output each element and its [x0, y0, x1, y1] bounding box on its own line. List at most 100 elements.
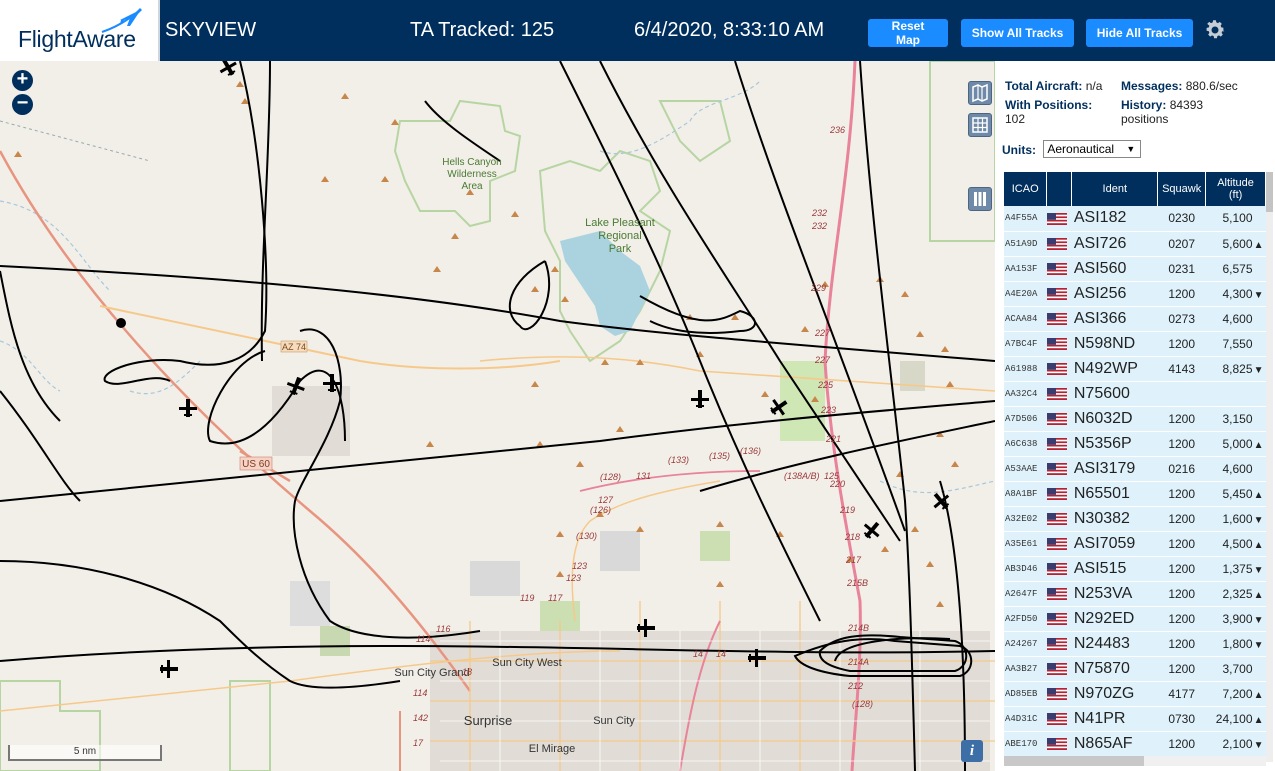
- columns-icon: [974, 192, 986, 206]
- row-squawk: 1200: [1157, 631, 1206, 657]
- table-row[interactable]: A2FD50 N292ED 1200 3,900▼: [1004, 606, 1266, 632]
- road-number: 18: [462, 667, 472, 677]
- table-row[interactable]: A51A9D ASI726 0207 5,600▲: [1004, 231, 1266, 257]
- table-row[interactable]: ABE170 N865AF 1200 2,100▼: [1004, 731, 1266, 757]
- history-value: 84393: [1169, 98, 1204, 112]
- table-row[interactable]: A32E02 N30382 1200 1,600▼: [1004, 506, 1266, 532]
- row-icao: AA32C4: [1004, 381, 1047, 407]
- row-icao: AB3D46: [1004, 556, 1047, 582]
- row-altitude-value: 3,150: [1222, 411, 1253, 426]
- row-altitude: 7,550: [1205, 331, 1266, 357]
- row-ident: N75600: [1071, 381, 1158, 407]
- row-ident: N253VA: [1071, 581, 1158, 607]
- table-row[interactable]: A4D31C N41PR 0730 24,100▲: [1004, 706, 1266, 732]
- row-altitude: 4,500▲: [1205, 531, 1266, 557]
- column-toggle-button[interactable]: [968, 187, 992, 211]
- row-squawk: 1200: [1157, 481, 1206, 507]
- messages-label: Messages:: [1121, 79, 1183, 93]
- row-flag: [1046, 581, 1072, 607]
- hide-all-tracks-button[interactable]: Hide All Tracks: [1086, 19, 1193, 47]
- row-ident: N5356P: [1071, 431, 1158, 457]
- table-horizontal-scrollbar-thumb[interactable]: [1004, 756, 1144, 766]
- table-row[interactable]: A6C638 N5356P 1200 5,000▲: [1004, 431, 1266, 457]
- row-altitude-trend: ▼: [1253, 739, 1264, 751]
- us-flag-icon: [1046, 288, 1067, 301]
- column-altitude[interactable]: Altitude (ft): [1205, 172, 1266, 206]
- row-icao: AA153F: [1004, 256, 1047, 282]
- table-scrollbar[interactable]: [1266, 172, 1273, 762]
- table-row[interactable]: AA3B27 N75870 1200 3,700: [1004, 656, 1266, 682]
- us-flag-icon: [1046, 463, 1067, 476]
- row-altitude: 5,600▲: [1205, 231, 1266, 257]
- table-row[interactable]: AB3D46 ASI515 1200 1,375▼: [1004, 556, 1266, 582]
- map-canvas[interactable]: Hells Canyon Wilderness Area Lake Pleasa…: [0, 61, 995, 771]
- road-number: 236: [829, 125, 845, 135]
- total-aircraft-value: n/a: [1085, 79, 1103, 93]
- row-ident: ASI7059: [1071, 531, 1158, 557]
- table-row[interactable]: A7D506 N6032D 1200 3,150: [1004, 406, 1266, 432]
- row-icao: A4E20A: [1004, 281, 1047, 307]
- table-row[interactable]: A8A1BF N65501 1200 5,450▲: [1004, 481, 1266, 507]
- row-ident: N24483: [1071, 631, 1158, 657]
- aircraft-panel: Total Aircraft: n/a Messages: 880.6/sec …: [995, 61, 1275, 771]
- info-button[interactable]: i: [961, 740, 983, 762]
- row-flag: [1046, 331, 1072, 357]
- road-number: 215B: [846, 578, 868, 588]
- table-row[interactable]: A24267 N24483 1200 1,800▼: [1004, 631, 1266, 657]
- table-row[interactable]: A4E20A ASI256 1200 4,300▼: [1004, 281, 1266, 307]
- row-squawk: 1200: [1157, 281, 1206, 307]
- flightaware-logo[interactable]: FlightAware: [0, 0, 160, 61]
- row-squawk: 1200: [1157, 606, 1206, 632]
- row-icao: A53AAE: [1004, 456, 1047, 482]
- row-icao: A4F55A: [1004, 206, 1047, 232]
- table-scrollbar-thumb[interactable]: [1266, 172, 1273, 212]
- row-ident: ASI515: [1071, 556, 1158, 582]
- row-squawk: 1200: [1157, 656, 1206, 682]
- row-icao: A4D31C: [1004, 706, 1047, 732]
- row-squawk: 1200: [1157, 506, 1206, 532]
- table-row[interactable]: A2647F N253VA 1200 2,325▲: [1004, 581, 1266, 607]
- reset-map-button[interactable]: Reset Map: [868, 19, 948, 47]
- map-layer-button[interactable]: [968, 81, 992, 105]
- us-flag-icon: [1046, 613, 1067, 626]
- grid-toggle-button[interactable]: [968, 113, 992, 137]
- column-squawk[interactable]: Squawk: [1157, 172, 1207, 206]
- units-select[interactable]: Aeronautical ▼: [1043, 140, 1142, 158]
- column-icao[interactable]: ICAO: [1004, 172, 1048, 206]
- road-number: 142: [413, 713, 428, 723]
- table-row[interactable]: A53AAE ASI3179 0216 4,600: [1004, 456, 1266, 482]
- table-row[interactable]: AD85EB N970ZG 4177 7,200▲: [1004, 681, 1266, 707]
- table-row[interactable]: A4F55A ASI182 0230 5,100: [1004, 206, 1266, 232]
- label-lake-3: Park: [609, 243, 632, 255]
- us-flag-icon: [1046, 413, 1067, 426]
- us-flag-icon: [1046, 563, 1067, 576]
- table-row[interactable]: A7BC4F N598ND 1200 7,550: [1004, 331, 1266, 357]
- road-number: (126): [590, 505, 611, 515]
- zoom-out-button[interactable]: −: [12, 93, 33, 115]
- gear-icon[interactable]: [1203, 18, 1227, 42]
- row-altitude-trend: ▲: [1253, 689, 1264, 701]
- column-ident[interactable]: Ident: [1071, 172, 1159, 206]
- map-layers: Hells Canyon Wilderness Area Lake Pleasa…: [0, 61, 995, 771]
- row-squawk: 0231: [1157, 256, 1206, 282]
- total-aircraft-label: Total Aircraft:: [1005, 79, 1083, 93]
- column-flag[interactable]: [1046, 172, 1073, 206]
- app-title: SKYVIEW: [165, 19, 257, 41]
- row-ident: ASI3179: [1071, 456, 1158, 482]
- table-row[interactable]: A35E61 ASI7059 1200 4,500▲: [1004, 531, 1266, 557]
- zoom-in-button[interactable]: +: [12, 69, 33, 91]
- with-positions-stat: With Positions: 102: [1005, 98, 1092, 126]
- current-datetime: 6/4/2020, 8:33:10 AM: [634, 19, 825, 41]
- washes: [0, 80, 995, 494]
- table-row[interactable]: AA32C4 N75600: [1004, 381, 1266, 407]
- row-altitude-value: 4,600: [1222, 461, 1253, 476]
- row-altitude: 5,450▲: [1205, 481, 1266, 507]
- road-number: 123: [572, 561, 587, 571]
- table-row[interactable]: A61988 N492WP 4143 8,825▼: [1004, 356, 1266, 382]
- table-row[interactable]: AA153F ASI560 0231 6,575: [1004, 256, 1266, 282]
- row-flag: [1046, 231, 1072, 257]
- column-altitude-label: Altitude: [1217, 177, 1254, 189]
- row-flag: [1046, 431, 1072, 457]
- show-all-tracks-button[interactable]: Show All Tracks: [961, 19, 1074, 47]
- table-row[interactable]: ACAA84 ASI366 0273 4,600: [1004, 306, 1266, 332]
